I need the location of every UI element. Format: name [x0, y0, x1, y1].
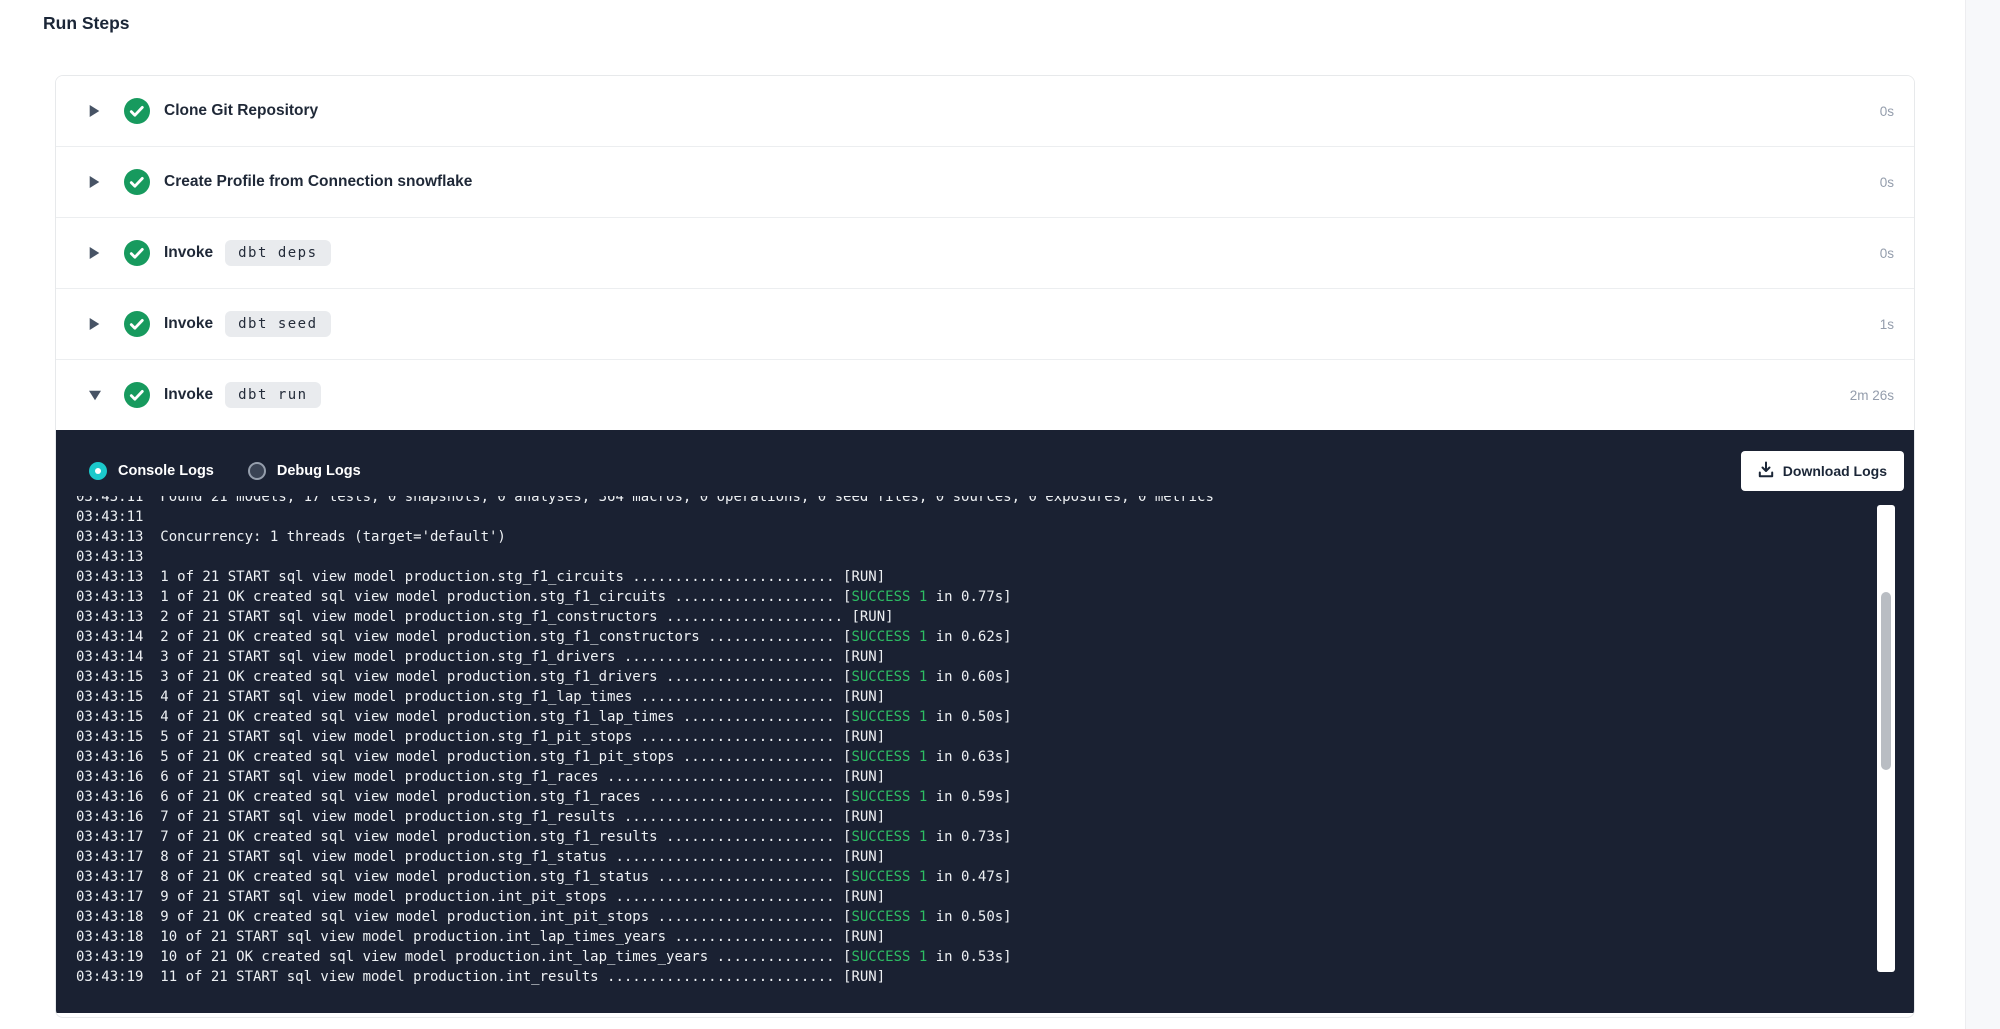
log-line: 03:43:15 5 of 21 START sql view model pr… [76, 727, 1869, 747]
log-line: 03:43:17 7 of 21 OK created sql view mod… [76, 827, 1869, 847]
step-duration: 2m 26s [1850, 388, 1894, 403]
console-log-lines: 03:43:11 Found 21 models, 17 tests, 0 sn… [76, 496, 1869, 987]
success-check-icon [124, 169, 150, 195]
log-line: 03:43:11 [76, 507, 1869, 527]
log-line: 03:43:16 6 of 21 START sql view model pr… [76, 767, 1869, 787]
step-row[interactable]: Invoke dbt seed 1s [56, 288, 1914, 359]
log-line: 03:43:19 10 of 21 OK created sql view mo… [76, 947, 1869, 967]
log-line: 03:43:16 5 of 21 OK created sql view mod… [76, 747, 1869, 767]
log-panel: Console Logs Debug Logs Download Logs 03:43… [56, 430, 1914, 1013]
step-command-badge: dbt seed [225, 311, 330, 337]
log-line: 03:43:13 [76, 547, 1869, 567]
success-check-icon [124, 382, 150, 408]
success-check-icon [124, 98, 150, 124]
log-line: 03:43:13 2 of 21 START sql view model pr… [76, 607, 1869, 627]
step-label: Invoke [164, 386, 213, 404]
log-line: 03:43:14 3 of 21 START sql view model pr… [76, 647, 1869, 667]
success-check-icon [124, 311, 150, 337]
download-logs-button[interactable]: Download Logs [1741, 451, 1904, 491]
log-line: 03:43:16 7 of 21 START sql view model pr… [76, 807, 1869, 827]
radio-label: Debug Logs [277, 463, 361, 479]
log-line: 03:43:16 6 of 21 OK created sql view mod… [76, 787, 1869, 807]
step-duration: 1s [1880, 317, 1894, 332]
log-line: 03:43:17 8 of 21 OK created sql view mod… [76, 867, 1869, 887]
console-logs-radio[interactable]: Console Logs [89, 462, 214, 480]
step-row[interactable]: Invoke dbt deps 0s [56, 217, 1914, 288]
log-line: 03:43:17 9 of 21 START sql view model pr… [76, 887, 1869, 907]
chevron-right-icon[interactable] [89, 105, 102, 117]
console-log-output[interactable]: 03:43:11 Found 21 models, 17 tests, 0 sn… [56, 496, 1869, 987]
step-row[interactable]: Clone Git Repository 0s [56, 76, 1914, 146]
chevron-down-icon[interactable] [89, 390, 102, 401]
step-command-badge: dbt deps [225, 240, 330, 266]
log-scrollbar-track[interactable] [1877, 505, 1895, 972]
log-line: 03:43:13 1 of 21 OK created sql view mod… [76, 587, 1869, 607]
log-line: 03:43:15 4 of 21 OK created sql view mod… [76, 707, 1869, 727]
log-line: 03:43:14 2 of 21 OK created sql view mod… [76, 627, 1869, 647]
radio-unselected-icon[interactable] [248, 462, 266, 480]
log-line: 03:43:13 1 of 21 START sql view model pr… [76, 567, 1869, 587]
chevron-right-icon[interactable] [89, 247, 102, 259]
log-line: 03:43:19 11 of 21 START sql view model p… [76, 967, 1869, 987]
debug-logs-radio[interactable]: Debug Logs [248, 462, 361, 480]
log-line: 03:43:18 10 of 21 START sql view model p… [76, 927, 1869, 947]
log-line: 03:43:18 9 of 21 OK created sql view mod… [76, 907, 1869, 927]
log-line: 03:43:11 Found 21 models, 17 tests, 0 sn… [76, 496, 1869, 507]
step-duration: 0s [1880, 246, 1894, 261]
step-label: Create Profile from Connection snowflake [164, 173, 472, 191]
log-line: 03:43:17 8 of 21 START sql view model pr… [76, 847, 1869, 867]
chevron-right-icon[interactable] [89, 318, 102, 330]
download-logs-label: Download Logs [1783, 463, 1887, 479]
log-line: 03:43:15 3 of 21 OK created sql view mod… [76, 667, 1869, 687]
log-panel-header: Console Logs Debug Logs Download Logs [56, 430, 1914, 496]
step-label: Clone Git Repository [164, 102, 318, 120]
success-check-icon [124, 240, 150, 266]
step-duration: 0s [1880, 104, 1894, 119]
log-line: 03:43:15 4 of 21 START sql view model pr… [76, 687, 1869, 707]
step-duration: 0s [1880, 175, 1894, 190]
step-row[interactable]: Create Profile from Connection snowflake… [56, 146, 1914, 217]
log-scrollbar-thumb[interactable] [1881, 592, 1891, 770]
radio-label: Console Logs [118, 463, 214, 479]
log-line: 03:43:13 Concurrency: 1 threads (target=… [76, 527, 1869, 547]
page-scroll-gutter[interactable] [1965, 0, 2000, 1029]
page-title: Run Steps [43, 13, 130, 34]
radio-selected-icon[interactable] [89, 462, 107, 480]
step-row[interactable]: Invoke dbt run 2m 26s [56, 359, 1914, 430]
download-icon [1758, 461, 1774, 481]
step-command-badge: dbt run [225, 382, 321, 408]
step-label: Invoke [164, 315, 213, 333]
run-steps-card: Clone Git Repository0sCreate Profile fro… [55, 75, 1915, 1018]
chevron-right-icon[interactable] [89, 176, 102, 188]
step-label: Invoke [164, 244, 213, 262]
run-steps-list: Clone Git Repository0sCreate Profile fro… [56, 76, 1914, 1013]
